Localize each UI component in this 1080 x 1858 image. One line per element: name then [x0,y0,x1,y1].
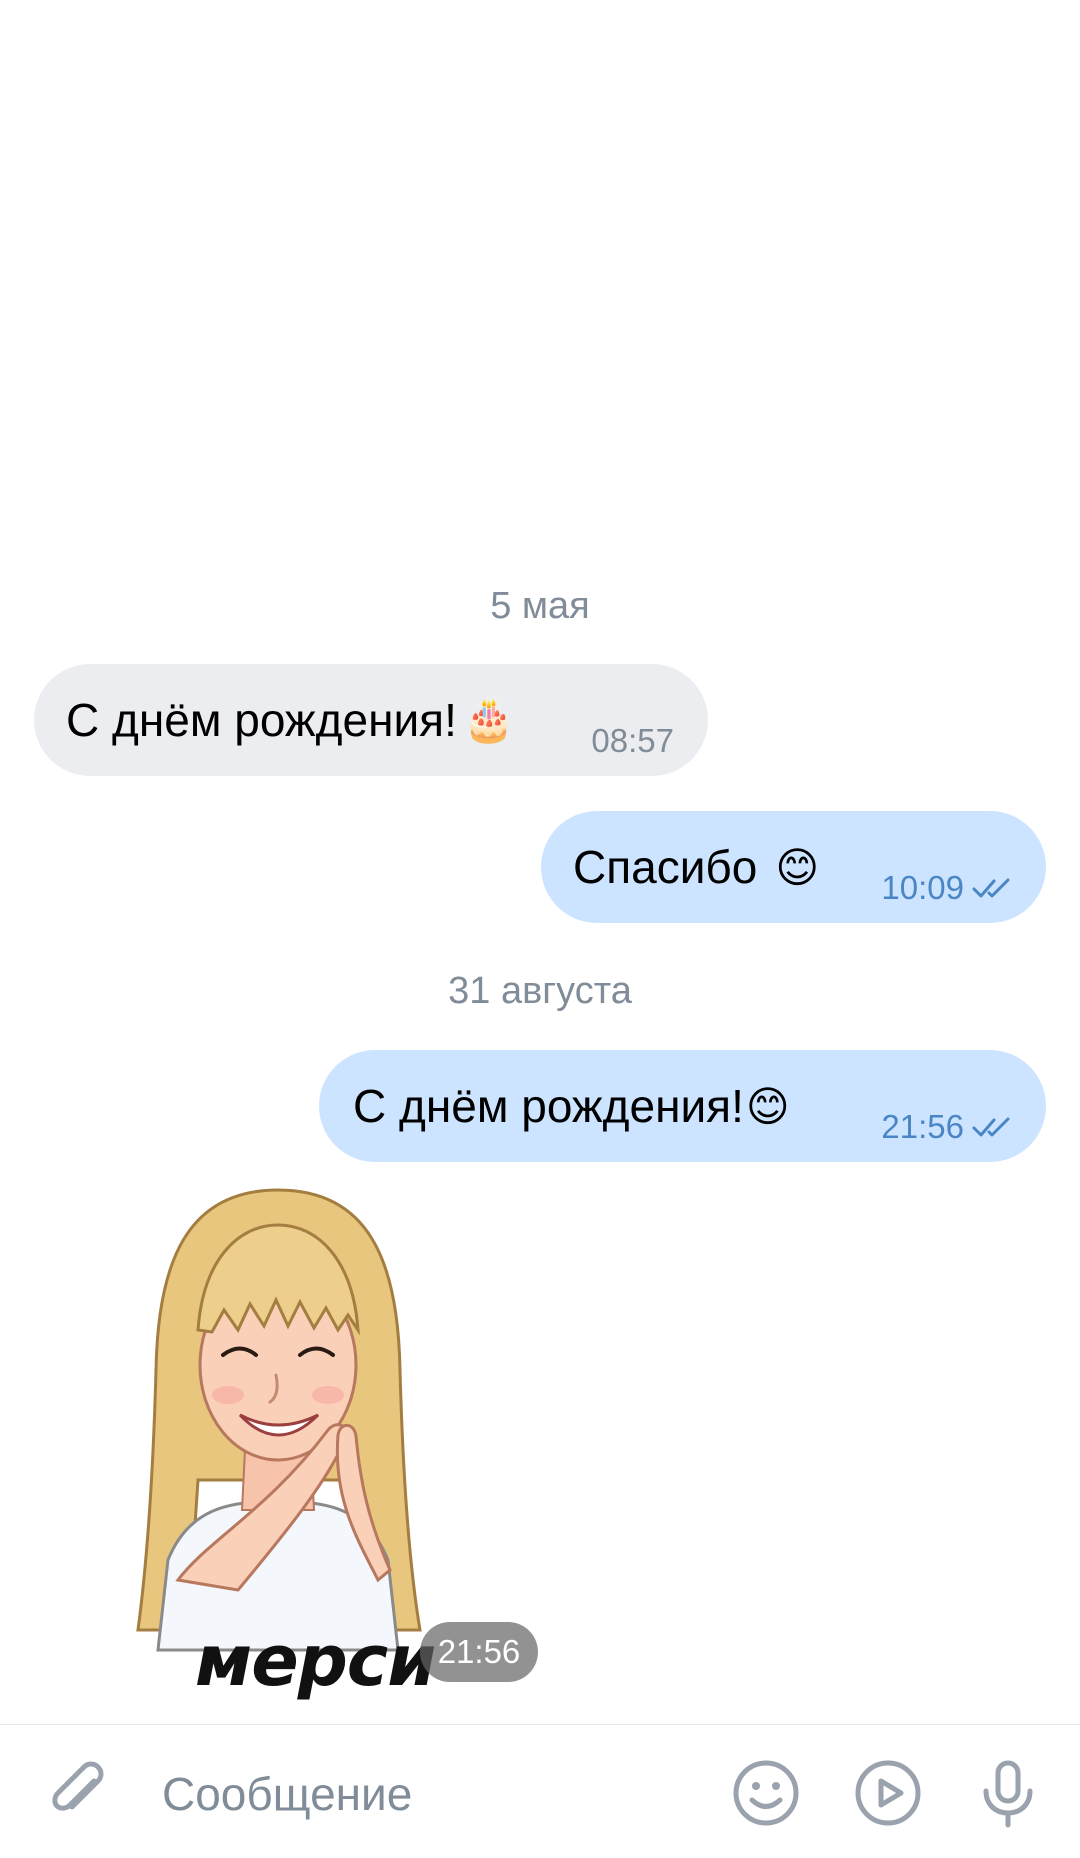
message-bubble-incoming[interactable]: С днём рождения! 🎂 08:57 [34,664,708,776]
date-separator: 5 мая [490,585,590,627]
play-icon[interactable] [852,1757,924,1829]
sticker-time-badge: 21:56 [420,1622,538,1682]
message-text: С днём рождения! [353,1080,744,1132]
message-text: С днём рождения! [66,694,457,746]
message-text: Спасибо [573,841,758,893]
message-bubble-outgoing[interactable]: Спасибо 😊 10:09 [541,811,1046,923]
message-meta: 08:57 [591,722,674,760]
paperclip-icon[interactable] [42,1757,114,1829]
message-input[interactable] [160,1755,684,1833]
message-meta: 21:56 [881,1108,1012,1146]
sticker-caption: мерси [195,1620,436,1702]
message-composer [0,1724,1080,1858]
message-bubble-outgoing[interactable]: С днём рождения! 😊 21:56 [319,1050,1046,1162]
message-time: 10:09 [881,869,964,906]
message-list[interactable]: 5 мая С днём рождения! 🎂 08:57 Спасибо 😊… [0,0,1080,1725]
smiling-face-emoji: 😊 [745,1082,790,1130]
microphone-icon[interactable] [972,1757,1044,1829]
smiling-face-emoji: 😊 [775,843,820,891]
message-time: 21:56 [881,1108,964,1145]
birthday-cake-emoji: 🎂 [462,695,516,743]
smile-icon[interactable] [730,1757,802,1829]
message-meta: 10:09 [881,869,1012,907]
read-checkmarks-icon [972,878,1010,898]
chat-screen: 5 мая С днём рождения! 🎂 08:57 Спасибо 😊… [0,0,1080,1858]
message-time: 08:57 [591,722,674,759]
read-checkmarks-icon [972,1117,1010,1137]
date-separator: 31 августа [448,970,632,1012]
